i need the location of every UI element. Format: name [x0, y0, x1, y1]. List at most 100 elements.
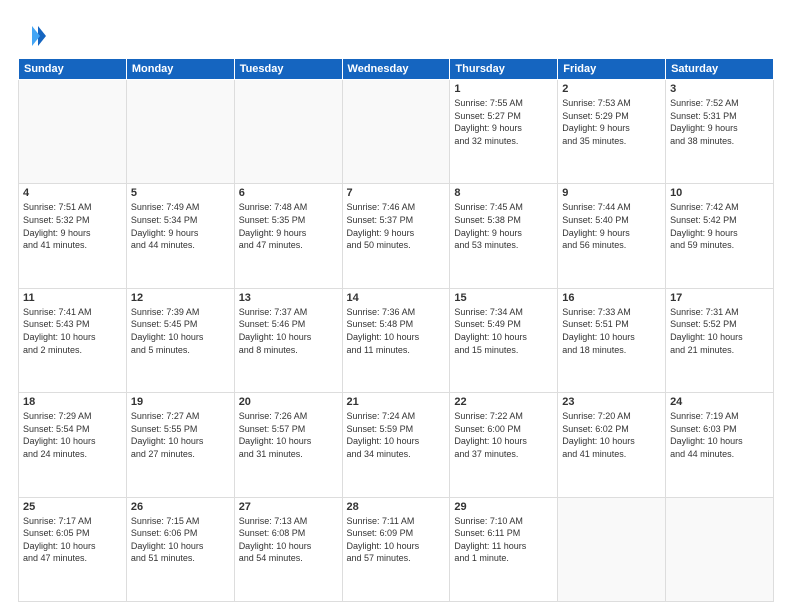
day-info: Sunrise: 7:26 AM Sunset: 5:57 PM Dayligh… [239, 410, 338, 460]
calendar-week-2: 4 Sunrise: 7:51 AM Sunset: 5:32 PM Daylig… [19, 184, 774, 288]
day-header-monday: Monday [126, 59, 234, 80]
calendar-table: SundayMondayTuesdayWednesdayThursdayFrid… [18, 58, 774, 602]
day-info: Sunrise: 7:33 AM Sunset: 5:51 PM Dayligh… [562, 306, 661, 356]
calendar-cell: 21Sunrise: 7:24 AM Sunset: 5:59 PM Dayli… [342, 393, 450, 497]
calendar-cell: 17Sunrise: 7:31 AM Sunset: 5:52 PM Dayli… [666, 288, 774, 392]
calendar-cell: 18 Sunrise: 7:29 AM Sunset: 5:54 PM Dayli… [19, 393, 127, 497]
calendar-cell: 9Sunrise: 7:44 AM Sunset: 5:40 PM Daylig… [558, 184, 666, 288]
day-number: 15 [454, 292, 553, 304]
day-info: Sunrise: 7:29 AM Sunset: 5:54 PM Dayligh… [23, 410, 122, 460]
day-info: Sunrise: 7:22 AM Sunset: 6:00 PM Dayligh… [454, 410, 553, 460]
calendar-cell: 12Sunrise: 7:39 AM Sunset: 5:45 PM Dayli… [126, 288, 234, 392]
day-number: 20 [239, 396, 338, 408]
calendar-cell: 6 Sunrise: 7:48 AM Sunset: 5:35 PM Daylig… [234, 184, 342, 288]
day-header-sunday: Sunday [19, 59, 127, 80]
calendar-cell: 22 Sunrise: 7:22 AM Sunset: 6:00 PM Dayli… [450, 393, 558, 497]
day-info: Sunrise: 7:49 AM Sunset: 5:34 PM Dayligh… [131, 201, 230, 251]
day-number: 10 [670, 187, 769, 199]
day-info: Sunrise: 7:19 AM Sunset: 6:03 PM Dayligh… [670, 410, 769, 460]
day-info: Sunrise: 7:39 AM Sunset: 5:45 PM Dayligh… [131, 306, 230, 356]
calendar-cell: 15 Sunrise: 7:34 AM Sunset: 5:49 PM Dayli… [450, 288, 558, 392]
day-info: Sunrise: 7:34 AM Sunset: 5:49 PM Dayligh… [454, 306, 553, 356]
day-header-wednesday: Wednesday [342, 59, 450, 80]
day-number: 26 [131, 501, 230, 513]
calendar-week-4: 18 Sunrise: 7:29 AM Sunset: 5:54 PM Dayli… [19, 393, 774, 497]
calendar-cell [342, 80, 450, 184]
calendar-cell: 13 Sunrise: 7:37 AM Sunset: 5:46 PM Dayli… [234, 288, 342, 392]
day-number: 23 [562, 396, 661, 408]
day-number: 9 [562, 187, 661, 199]
logo [18, 22, 50, 50]
day-number: 24 [670, 396, 769, 408]
day-number: 18 [23, 396, 122, 408]
day-info: Sunrise: 7:42 AM Sunset: 5:42 PM Dayligh… [670, 201, 769, 251]
logo-icon [18, 22, 46, 50]
day-info: Sunrise: 7:10 AM Sunset: 6:11 PM Dayligh… [454, 515, 553, 565]
day-number: 19 [131, 396, 230, 408]
calendar-cell: 19 Sunrise: 7:27 AM Sunset: 5:55 PM Dayli… [126, 393, 234, 497]
day-info: Sunrise: 7:52 AM Sunset: 5:31 PM Dayligh… [670, 97, 769, 147]
day-info: Sunrise: 7:20 AM Sunset: 6:02 PM Dayligh… [562, 410, 661, 460]
day-header-tuesday: Tuesday [234, 59, 342, 80]
day-info: Sunrise: 7:27 AM Sunset: 5:55 PM Dayligh… [131, 410, 230, 460]
calendar-header-row: SundayMondayTuesdayWednesdayThursdayFrid… [19, 59, 774, 80]
calendar-cell: 24 Sunrise: 7:19 AM Sunset: 6:03 PM Dayli… [666, 393, 774, 497]
calendar-cell: 2 Sunrise: 7:53 AM Sunset: 5:29 PM Daylig… [558, 80, 666, 184]
calendar-cell: 20 Sunrise: 7:26 AM Sunset: 5:57 PM Dayli… [234, 393, 342, 497]
day-number: 6 [239, 187, 338, 199]
calendar-cell: 28Sunrise: 7:11 AM Sunset: 6:09 PM Dayli… [342, 497, 450, 601]
calendar-cell [234, 80, 342, 184]
calendar-cell: 27 Sunrise: 7:13 AM Sunset: 6:08 PM Dayli… [234, 497, 342, 601]
calendar-cell [19, 80, 127, 184]
day-number: 29 [454, 501, 553, 513]
day-info: Sunrise: 7:48 AM Sunset: 5:35 PM Dayligh… [239, 201, 338, 251]
header [18, 18, 774, 50]
day-header-friday: Friday [558, 59, 666, 80]
calendar-week-1: 1 Sunrise: 7:55 AM Sunset: 5:27 PM Daylig… [19, 80, 774, 184]
day-number: 1 [454, 83, 553, 95]
calendar-week-5: 25 Sunrise: 7:17 AM Sunset: 6:05 PM Dayli… [19, 497, 774, 601]
day-number: 25 [23, 501, 122, 513]
day-number: 8 [454, 187, 553, 199]
day-number: 7 [347, 187, 446, 199]
calendar-cell: 25 Sunrise: 7:17 AM Sunset: 6:05 PM Dayli… [19, 497, 127, 601]
calendar-cell: 3 Sunrise: 7:52 AM Sunset: 5:31 PM Daylig… [666, 80, 774, 184]
calendar-cell [666, 497, 774, 601]
day-number: 14 [347, 292, 446, 304]
day-number: 22 [454, 396, 553, 408]
day-number: 5 [131, 187, 230, 199]
calendar-cell: 8 Sunrise: 7:45 AM Sunset: 5:38 PM Daylig… [450, 184, 558, 288]
day-number: 4 [23, 187, 122, 199]
calendar-cell: 29 Sunrise: 7:10 AM Sunset: 6:11 PM Dayli… [450, 497, 558, 601]
day-info: Sunrise: 7:45 AM Sunset: 5:38 PM Dayligh… [454, 201, 553, 251]
calendar-cell: 5 Sunrise: 7:49 AM Sunset: 5:34 PM Daylig… [126, 184, 234, 288]
calendar-cell: 4 Sunrise: 7:51 AM Sunset: 5:32 PM Daylig… [19, 184, 127, 288]
calendar-cell [126, 80, 234, 184]
day-info: Sunrise: 7:17 AM Sunset: 6:05 PM Dayligh… [23, 515, 122, 565]
day-info: Sunrise: 7:53 AM Sunset: 5:29 PM Dayligh… [562, 97, 661, 147]
day-number: 3 [670, 83, 769, 95]
day-number: 2 [562, 83, 661, 95]
page: SundayMondayTuesdayWednesdayThursdayFrid… [0, 0, 792, 612]
calendar-cell: 26 Sunrise: 7:15 AM Sunset: 6:06 PM Dayli… [126, 497, 234, 601]
calendar-cell: 7 Sunrise: 7:46 AM Sunset: 5:37 PM Daylig… [342, 184, 450, 288]
day-info: Sunrise: 7:51 AM Sunset: 5:32 PM Dayligh… [23, 201, 122, 251]
day-info: Sunrise: 7:41 AM Sunset: 5:43 PM Dayligh… [23, 306, 122, 356]
day-info: Sunrise: 7:46 AM Sunset: 5:37 PM Dayligh… [347, 201, 446, 251]
day-number: 16 [562, 292, 661, 304]
day-info: Sunrise: 7:11 AM Sunset: 6:09 PM Dayligh… [347, 515, 446, 565]
calendar-cell: 10 Sunrise: 7:42 AM Sunset: 5:42 PM Dayli… [666, 184, 774, 288]
day-number: 17 [670, 292, 769, 304]
day-info: Sunrise: 7:24 AM Sunset: 5:59 PM Dayligh… [347, 410, 446, 460]
day-info: Sunrise: 7:13 AM Sunset: 6:08 PM Dayligh… [239, 515, 338, 565]
day-info: Sunrise: 7:55 AM Sunset: 5:27 PM Dayligh… [454, 97, 553, 147]
day-header-thursday: Thursday [450, 59, 558, 80]
day-info: Sunrise: 7:15 AM Sunset: 6:06 PM Dayligh… [131, 515, 230, 565]
day-number: 27 [239, 501, 338, 513]
day-info: Sunrise: 7:37 AM Sunset: 5:46 PM Dayligh… [239, 306, 338, 356]
day-info: Sunrise: 7:36 AM Sunset: 5:48 PM Dayligh… [347, 306, 446, 356]
day-number: 13 [239, 292, 338, 304]
calendar-week-3: 11 Sunrise: 7:41 AM Sunset: 5:43 PM Dayli… [19, 288, 774, 392]
calendar-cell: 14 Sunrise: 7:36 AM Sunset: 5:48 PM Dayli… [342, 288, 450, 392]
day-number: 11 [23, 292, 122, 304]
